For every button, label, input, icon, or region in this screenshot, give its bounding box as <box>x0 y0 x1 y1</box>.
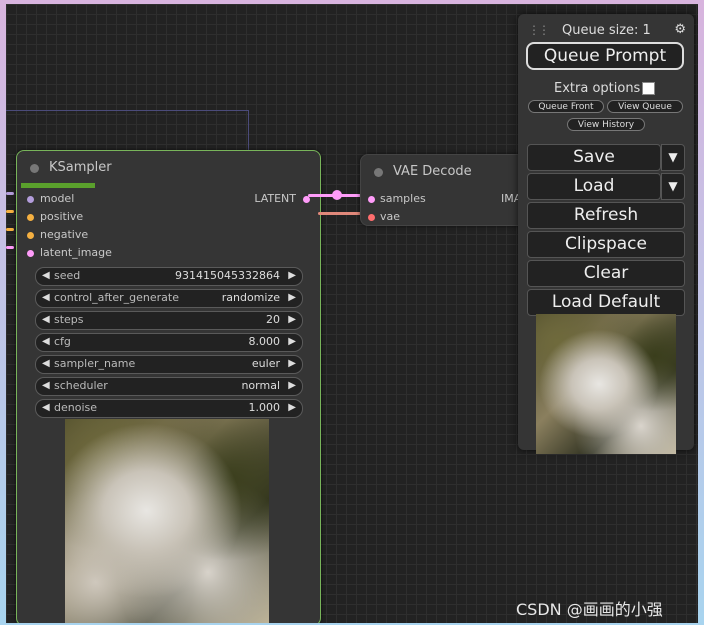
output-preview-image <box>536 314 676 454</box>
increment-arrow-icon[interactable]: ▶ <box>288 270 296 281</box>
vae-decode-title-bar[interactable]: VAE Decode <box>361 155 531 187</box>
ksampler-title: KSampler <box>49 160 112 175</box>
widget-value: 20 <box>266 313 280 326</box>
increment-arrow-icon[interactable]: ▶ <box>288 358 296 369</box>
widget-value: 931415045332864 <box>175 269 280 282</box>
save-dropdown-arrow-icon[interactable]: ▼ <box>661 144 685 171</box>
refresh-button[interactable]: Refresh <box>527 202 685 229</box>
widget-label: sampler_name <box>54 357 136 370</box>
decrement-arrow-icon[interactable]: ◀ <box>42 402 50 413</box>
slot-label: LATENT <box>254 192 296 205</box>
widget-seed[interactable]: ◀ seed 931415045332864 ▶ <box>35 267 303 286</box>
group-border <box>6 110 248 111</box>
queue-menu-panel: ⋮⋮ Queue size: 1 ⚙ Queue Prompt Extra op… <box>518 14 694 454</box>
ksampler-title-bar[interactable]: KSampler <box>17 151 320 183</box>
vae-decode-node[interactable]: VAE Decode samples vae IMA <box>360 154 532 226</box>
negative-link <box>6 228 14 231</box>
slot-label: positive <box>40 210 84 223</box>
slot-label: vae <box>380 210 401 223</box>
slot-label: negative <box>40 228 89 241</box>
collapse-dot[interactable] <box>374 168 383 177</box>
ksampler-node[interactable]: KSampler model positive negative latent_… <box>16 150 321 623</box>
slot-label: latent_image <box>40 246 112 259</box>
slot-dot[interactable] <box>368 196 375 203</box>
decrement-arrow-icon[interactable]: ◀ <box>42 380 50 391</box>
widget-value: randomize <box>221 291 280 304</box>
gear-icon[interactable]: ⚙ <box>674 22 686 37</box>
widget-label: control_after_generate <box>54 291 179 304</box>
model-link <box>6 192 14 195</box>
view-queue-button[interactable]: View Queue <box>607 100 683 113</box>
group-border <box>248 110 249 152</box>
widget-denoise[interactable]: ◀ denoise 1.000 ▶ <box>35 399 303 418</box>
clear-button[interactable]: Clear <box>527 260 685 287</box>
increment-arrow-icon[interactable]: ▶ <box>288 314 296 325</box>
extra-options-label: Extra options <box>554 81 641 96</box>
slot-label: samples <box>380 192 426 205</box>
load-dropdown-arrow-icon[interactable]: ▼ <box>661 173 685 200</box>
drag-handle-icon[interactable]: ⋮⋮ <box>528 23 550 37</box>
slot-dot[interactable] <box>27 196 34 203</box>
widget-label: denoise <box>54 401 98 414</box>
decrement-arrow-icon[interactable]: ◀ <box>42 292 50 303</box>
link-midpoint-dot[interactable] <box>332 190 342 200</box>
increment-arrow-icon[interactable]: ▶ <box>288 292 296 303</box>
widget-scheduler[interactable]: ◀ scheduler normal ▶ <box>35 377 303 396</box>
decrement-arrow-icon[interactable]: ◀ <box>42 270 50 281</box>
decrement-arrow-icon[interactable]: ◀ <box>42 314 50 325</box>
slot-dot[interactable] <box>27 232 34 239</box>
slot-label: model <box>40 192 75 205</box>
queue-size-label: Queue size: 1 <box>562 23 651 38</box>
slot-dot[interactable] <box>303 196 310 203</box>
increment-arrow-icon[interactable]: ▶ <box>288 380 296 391</box>
slot-dot[interactable] <box>27 250 34 257</box>
widget-value: euler <box>251 357 280 370</box>
vae-decode-title: VAE Decode <box>393 164 472 179</box>
slot-dot[interactable] <box>368 214 375 221</box>
widget-value: 1.000 <box>248 401 281 414</box>
queue-prompt-button[interactable]: Queue Prompt <box>526 42 684 70</box>
increment-arrow-icon[interactable]: ▶ <box>288 402 296 413</box>
widget-sampler-name[interactable]: ◀ sampler_name euler ▶ <box>35 355 303 374</box>
widget-label: cfg <box>54 335 71 348</box>
widget-label: scheduler <box>54 379 108 392</box>
latent-image-link <box>6 246 14 249</box>
progress-bar <box>21 183 95 188</box>
slot-dot[interactable] <box>27 214 34 221</box>
widget-value: 8.000 <box>248 335 281 348</box>
save-button[interactable]: Save <box>527 144 661 171</box>
widget-value: normal <box>241 379 280 392</box>
widget-control-after-generate[interactable]: ◀ control_after_generate randomize ▶ <box>35 289 303 308</box>
increment-arrow-icon[interactable]: ▶ <box>288 336 296 347</box>
decrement-arrow-icon[interactable]: ◀ <box>42 358 50 369</box>
clipspace-button[interactable]: Clipspace <box>527 231 685 258</box>
graph-canvas[interactable]: KSampler model positive negative latent_… <box>6 4 698 623</box>
watermark: CSDN @画画的小强 <box>516 600 663 619</box>
decrement-arrow-icon[interactable]: ◀ <box>42 336 50 347</box>
load-button[interactable]: Load <box>527 173 661 200</box>
view-history-button[interactable]: View History <box>567 118 645 131</box>
latent-preview-image <box>65 419 269 623</box>
queue-front-button[interactable]: Queue Front <box>528 100 604 113</box>
load-default-button[interactable]: Load Default <box>527 289 685 316</box>
collapse-dot[interactable] <box>30 164 39 173</box>
widget-cfg[interactable]: ◀ cfg 8.000 ▶ <box>35 333 303 352</box>
widget-label: seed <box>54 269 81 282</box>
positive-link <box>6 210 14 213</box>
extra-options-checkbox[interactable] <box>642 82 655 95</box>
widget-label: steps <box>54 313 84 326</box>
widget-steps[interactable]: ◀ steps 20 ▶ <box>35 311 303 330</box>
